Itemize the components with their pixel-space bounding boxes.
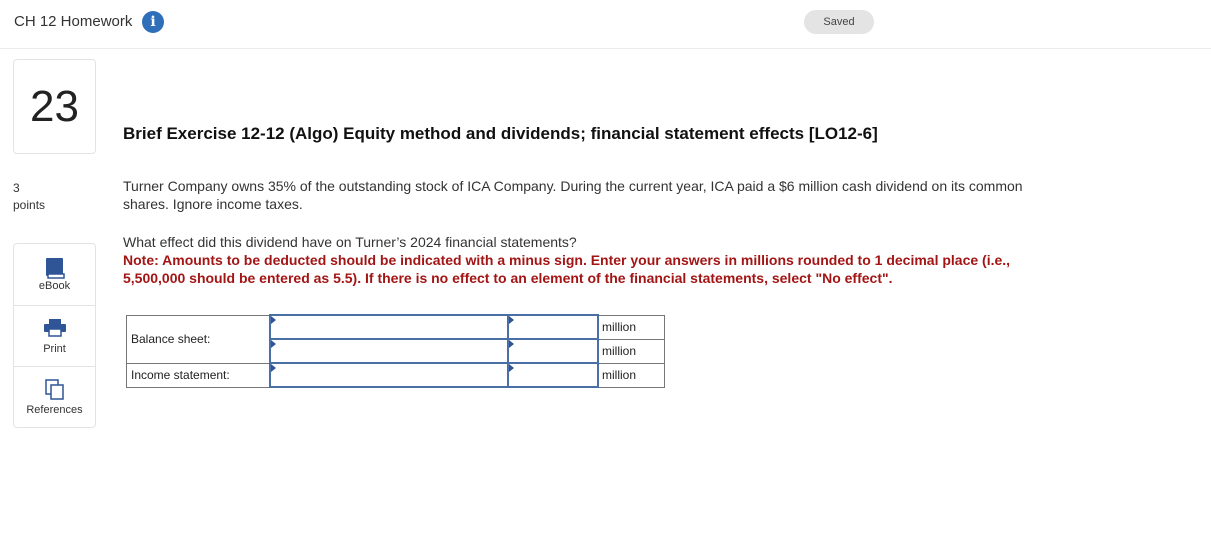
dropdown-marker-icon <box>271 364 276 372</box>
print-button[interactable]: Print <box>14 305 95 367</box>
points-value: 3 <box>13 181 20 195</box>
unit-label: million <box>597 338 665 364</box>
balance-sheet-element-field-2[interactable] <box>271 341 507 361</box>
balance-sheet-amount-cell-2[interactable] <box>507 338 599 364</box>
question-heading: Brief Exercise 12-12 (Algo) Equity metho… <box>123 124 878 143</box>
assignment-title: CH 12 Homework <box>14 13 133 30</box>
balance-sheet-element-select-2[interactable] <box>269 338 509 364</box>
dropdown-marker-icon <box>271 316 276 324</box>
question-prompt: What effect did this dividend have on Tu… <box>123 234 577 250</box>
balance-sheet-element-field-1[interactable] <box>271 317 507 337</box>
table-row: Income statement: million <box>126 362 665 388</box>
unit-label: million <box>597 362 665 388</box>
references-label: References <box>26 404 83 416</box>
income-statement-element-select[interactable] <box>269 362 509 388</box>
income-statement-label: Income statement: <box>126 362 271 388</box>
income-statement-amount-cell[interactable] <box>507 362 599 388</box>
ebook-button[interactable]: eBook <box>14 244 95 305</box>
instruction-note: Note: Amounts to be deducted should be i… <box>123 252 1011 286</box>
question-paragraph: Turner Company owns 35% of the outstandi… <box>123 178 1023 212</box>
printer-icon <box>44 319 66 337</box>
top-bar: CH 12 Homework i Saved <box>0 0 1211 49</box>
table-row: Balance sheet: million <box>126 314 665 364</box>
tools-panel: eBook Print References <box>13 243 96 428</box>
info-icon[interactable]: i <box>142 11 164 33</box>
income-statement-element-field[interactable] <box>271 365 507 385</box>
input-marker-icon <box>509 340 514 348</box>
balance-sheet-amount-cell-1[interactable] <box>507 314 599 340</box>
balance-sheet-label: Balance sheet: <box>126 314 271 364</box>
copy-icon <box>45 379 64 400</box>
balance-sheet-element-select-1[interactable] <box>269 314 509 340</box>
references-button[interactable]: References <box>14 366 95 428</box>
saved-status-badge: Saved <box>804 10 874 34</box>
input-marker-icon <box>509 316 514 324</box>
income-statement-amount-field[interactable] <box>509 365 597 385</box>
points-label: points <box>13 198 46 212</box>
book-icon <box>46 258 65 279</box>
balance-sheet-amount-field-2[interactable] <box>509 341 597 361</box>
dropdown-marker-icon <box>271 340 276 348</box>
input-marker-icon <box>509 364 514 372</box>
ebook-label: eBook <box>38 280 71 292</box>
points-indicator: 3 points <box>13 180 45 214</box>
answer-table: Balance sheet: million million Income st… <box>126 314 665 388</box>
unit-label: million <box>597 314 665 340</box>
print-label: Print <box>43 343 66 355</box>
balance-sheet-amount-field-1[interactable] <box>509 317 597 337</box>
question-number: 23 <box>13 59 96 154</box>
